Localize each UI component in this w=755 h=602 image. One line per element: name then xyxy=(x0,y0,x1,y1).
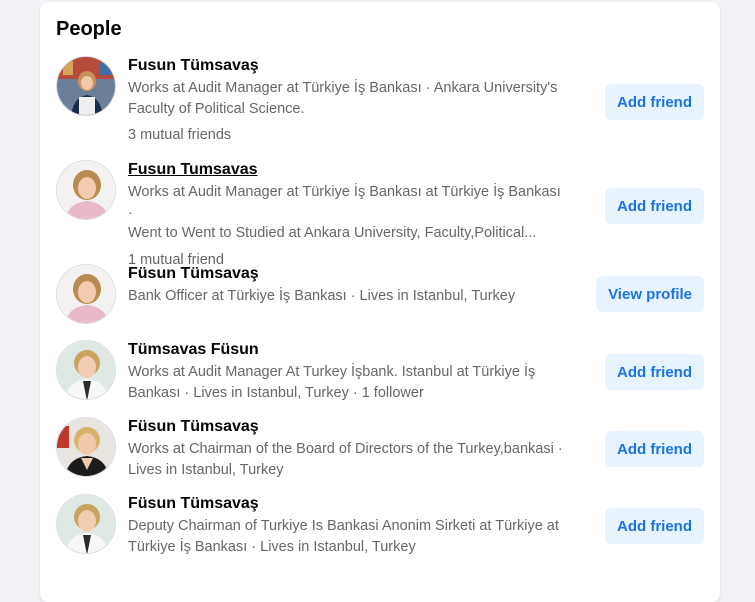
person-name[interactable]: Fusun Tümsavaş xyxy=(128,56,568,76)
person-description: Works at Audit Manager At Turkey İşbank.… xyxy=(128,364,536,401)
person-result: Füsun Tümsavaş Works at Chairman of the … xyxy=(56,417,704,479)
add-friend-button[interactable]: Add friend xyxy=(605,188,704,224)
person-description: Works at Audit Manager at Türkiye İş Ban… xyxy=(128,80,558,117)
person-result: Fusun Tumsavas Works at Audit Manager at… xyxy=(56,160,704,268)
people-results-card: People Fusun Tümsavaş Works at Audit Man… xyxy=(40,2,720,602)
mutual-friends[interactable]: 3 mutual friends xyxy=(128,125,568,145)
profile-photo-icon xyxy=(57,495,115,553)
profile-photo-icon xyxy=(57,418,115,476)
profile-avatar[interactable] xyxy=(56,56,116,116)
section-title: People xyxy=(56,18,122,40)
person-name[interactable]: Tümsavas Füsun xyxy=(128,340,568,360)
person-name[interactable]: Füsun Tümsavaş xyxy=(128,494,568,514)
profile-avatar[interactable] xyxy=(56,494,116,554)
add-friend-button[interactable]: Add friend xyxy=(605,431,704,467)
profile-photo-icon xyxy=(57,161,115,219)
add-friend-button[interactable]: Add friend xyxy=(605,354,704,390)
person-result: Tümsavas Füsun Works at Audit Manager At… xyxy=(56,340,704,402)
person-name[interactable]: Füsun Tümsavaş xyxy=(128,417,568,437)
person-name[interactable]: Fusun Tumsavas xyxy=(128,160,568,180)
profile-avatar[interactable] xyxy=(56,160,116,220)
view-profile-button[interactable]: View profile xyxy=(596,276,704,312)
person-result: Fusun Tümsavaş Works at Audit Manager at… xyxy=(56,56,704,150)
person-result: Füsun Tümsavaş Deputy Chairman of Turkiy… xyxy=(56,494,704,556)
person-name[interactable]: Füsun Tümsavaş xyxy=(128,264,568,284)
person-result: Füsun Tümsavaş Bank Officer at Türkiye İ… xyxy=(56,264,704,326)
profile-photo-icon xyxy=(57,265,115,323)
add-friend-button[interactable]: Add friend xyxy=(605,84,704,120)
profile-photo-icon xyxy=(57,57,115,115)
person-description: Bank Officer at Türkiye İş Bankası · Liv… xyxy=(128,288,516,304)
person-description: Works at Chairman of the Board of Direct… xyxy=(128,441,563,478)
person-description: Works at Audit Manager at Türkiye İş Ban… xyxy=(128,184,561,241)
profile-photo-icon xyxy=(57,341,115,399)
profile-avatar[interactable] xyxy=(56,417,116,477)
person-description: Deputy Chairman of Turkiye Is Bankasi An… xyxy=(128,518,559,555)
profile-avatar[interactable] xyxy=(56,340,116,400)
add-friend-button[interactable]: Add friend xyxy=(605,508,704,544)
profile-avatar[interactable] xyxy=(56,264,116,324)
